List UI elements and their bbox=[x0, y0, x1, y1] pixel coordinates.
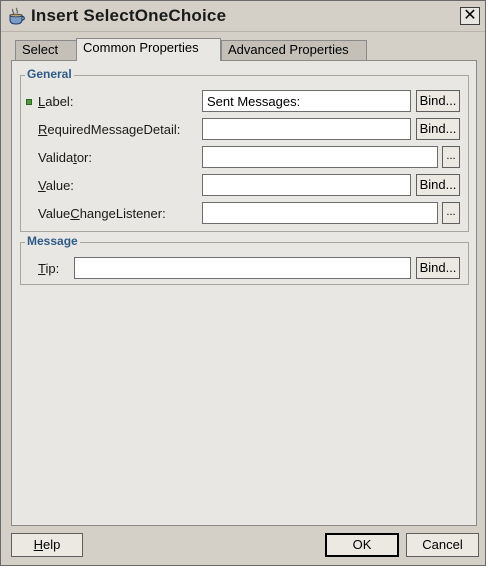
window-title: Insert SelectOneChoice bbox=[31, 6, 227, 25]
value-bind-button[interactable]: Bind... bbox=[416, 174, 460, 196]
required-message-detail-bind-button[interactable]: Bind... bbox=[416, 118, 460, 140]
close-icon: ✕ bbox=[463, 7, 477, 24]
tab-common-properties[interactable]: Common Properties bbox=[76, 38, 221, 61]
tab-common-properties-label: Common Properties bbox=[83, 40, 199, 55]
help-button[interactable]: Help bbox=[11, 533, 83, 557]
close-button[interactable]: ✕ bbox=[460, 7, 480, 25]
label-input[interactable] bbox=[202, 90, 411, 112]
message-group: Message Tip: Bind... bbox=[20, 234, 469, 285]
value-change-listener-input[interactable] bbox=[202, 202, 438, 224]
common-properties-panel: General Label: Bind... RequiredMessageDe… bbox=[11, 60, 477, 526]
required-indicator-icon bbox=[26, 99, 32, 105]
required-message-detail-label: RequiredMessageDetail: bbox=[38, 122, 181, 137]
label-field-label: Label: bbox=[38, 94, 74, 109]
tab-select[interactable]: Select bbox=[15, 40, 78, 60]
ok-button[interactable]: OK bbox=[325, 533, 399, 557]
general-group: General Label: Bind... RequiredMessageDe… bbox=[20, 67, 469, 232]
validator-browse-button[interactable]: ... bbox=[442, 146, 460, 168]
value-change-listener-browse-button[interactable]: ... bbox=[442, 202, 460, 224]
value-input[interactable] bbox=[202, 174, 411, 196]
tip-label: Tip: bbox=[38, 261, 60, 276]
tip-input[interactable] bbox=[74, 257, 411, 279]
validator-input[interactable] bbox=[202, 146, 438, 168]
insert-selectonechoice-dialog: Insert SelectOneChoice ✕ Select Common P… bbox=[0, 0, 486, 566]
general-group-title: General bbox=[25, 67, 74, 81]
message-group-title: Message bbox=[25, 234, 80, 248]
tab-select-label: Select bbox=[22, 42, 59, 57]
tab-advanced-properties[interactable]: Advanced Properties bbox=[221, 40, 367, 60]
label-bind-button[interactable]: Bind... bbox=[416, 90, 460, 112]
java-coffee-cup-icon bbox=[9, 7, 25, 25]
tab-advanced-properties-label: Advanced Properties bbox=[228, 42, 349, 57]
tip-bind-button[interactable]: Bind... bbox=[416, 257, 460, 279]
value-label: Value: bbox=[38, 178, 74, 193]
cancel-button[interactable]: Cancel bbox=[406, 533, 479, 557]
value-change-listener-label: ValueChangeListener: bbox=[38, 206, 166, 221]
title-bar[interactable]: Insert SelectOneChoice ✕ bbox=[1, 1, 485, 32]
validator-label: Validator: bbox=[38, 150, 92, 165]
required-message-detail-input[interactable] bbox=[202, 118, 411, 140]
